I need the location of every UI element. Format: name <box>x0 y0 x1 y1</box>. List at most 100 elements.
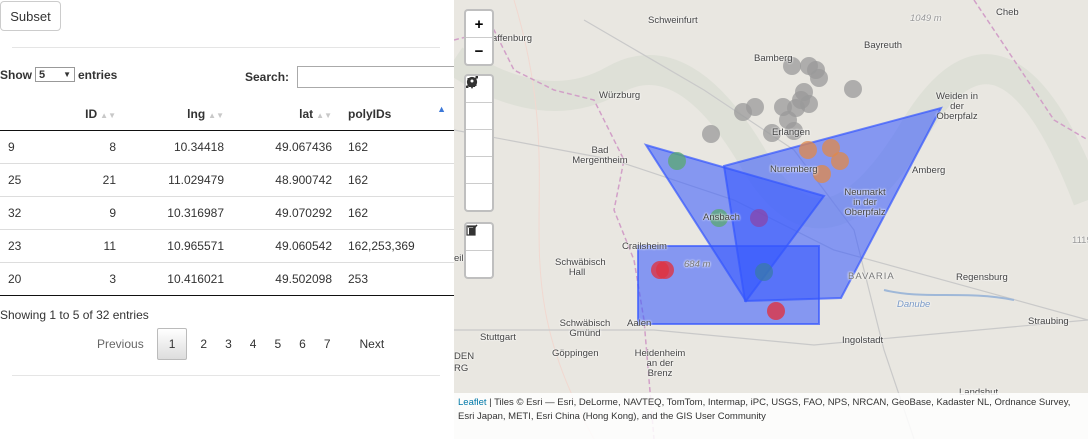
trash-icon[interactable] <box>466 226 492 277</box>
point-marker <box>668 152 686 170</box>
length-select[interactable]: 5 ▼ <box>35 67 75 82</box>
place-label: Schwäbisch Hall <box>555 257 606 278</box>
polygon-icon[interactable] <box>466 77 492 130</box>
zoom-in-button[interactable]: + <box>466 11 492 38</box>
table-header-row: ID ▲▼ lng ▲▼ lat ▲▼ polyIDs ▲ <box>0 97 454 131</box>
point-marker <box>799 141 817 159</box>
sort-asc-icon: ▲ <box>437 104 446 114</box>
table-row[interactable]: 23 11 10.965571 49.060542 162,253,369 <box>0 229 454 263</box>
place-label: Heidenheim an der Brenz <box>634 348 686 379</box>
show-label: Show <box>0 67 32 82</box>
previous-button[interactable]: Previous <box>88 329 153 359</box>
rectangle-icon[interactable] <box>466 78 492 157</box>
table-row[interactable]: 25 21 11.029479 48.900742 162 <box>0 163 454 197</box>
cell-lat: 49.502098 <box>232 262 340 296</box>
next-button[interactable]: Next <box>340 329 394 359</box>
cell-polyids: 253 <box>340 262 454 296</box>
map-canvas <box>454 0 1088 439</box>
table-row[interactable]: 20 3 10.416021 49.502098 253 <box>0 262 454 296</box>
place-label: Ansbach <box>703 212 740 223</box>
cell-id: 9 <box>66 196 124 230</box>
point-marker <box>767 302 785 320</box>
place-label: Crailsheim <box>622 241 667 252</box>
cell-rowname: 23 <box>0 229 66 263</box>
col-header-lng[interactable]: lng ▲▼ <box>124 97 232 131</box>
zoom-out-button[interactable]: − <box>466 38 492 64</box>
col-header-lat[interactable]: lat ▲▼ <box>232 97 340 131</box>
divider <box>12 47 440 48</box>
page-3-button[interactable]: 3 <box>216 329 241 359</box>
place-label: Ingolstadt <box>842 335 884 346</box>
point-marker <box>755 263 773 281</box>
cell-polyids: 162,253,369 <box>340 229 454 263</box>
rectangle-1 <box>637 245 820 325</box>
page-6-button[interactable]: 6 <box>290 329 315 359</box>
col-header-rownames[interactable] <box>0 97 66 131</box>
place-label: Cheb <box>996 7 1019 18</box>
cell-rowname: 9 <box>0 130 66 164</box>
cell-id: 8 <box>66 130 124 164</box>
region-label: BAVARIA <box>848 271 895 282</box>
edit-toolbar <box>464 222 494 279</box>
elevation-label: 1119 <box>1072 235 1088 246</box>
point-marker <box>750 209 768 227</box>
pagination: Previous 1 2 3 4 5 6 7 Next <box>88 328 393 360</box>
place-label: Neumarkt in der Oberpfalz <box>844 187 886 218</box>
place-label: Stuttgart <box>480 332 516 343</box>
place-label: affenburg <box>492 33 532 44</box>
search-label: Search: <box>245 70 290 84</box>
page-4-button[interactable]: 4 <box>241 329 266 359</box>
place-label: Nuremberg <box>770 164 818 175</box>
page-2-button[interactable]: 2 <box>191 329 216 359</box>
table-row[interactable]: 9 8 10.34418 49.067436 162 <box>0 130 454 164</box>
cell-lng: 10.416021 <box>124 262 232 296</box>
attribution-text: | Tiles © Esri — Esri, DeLorme, NAVTEQ, … <box>458 397 1071 422</box>
sort-icon: ▲▼ <box>100 110 116 120</box>
leaflet-link[interactable]: Leaflet <box>458 397 487 408</box>
search-input[interactable] <box>297 66 454 88</box>
place-label: Bad Mergentheim <box>572 145 628 166</box>
cell-lat: 49.060542 <box>232 229 340 263</box>
data-table: ID ▲▼ lng ▲▼ lat ▲▼ polyIDs ▲ 9 8 10.34418 4… <box>0 97 454 296</box>
marker-icon[interactable] <box>466 78 492 184</box>
cell-lng: 10.965571 <box>124 229 232 263</box>
zoom-control: + − <box>464 9 494 66</box>
place-label: Weiden in der Oberpfalz <box>935 91 979 122</box>
cell-id: 21 <box>66 163 124 197</box>
cell-rowname: 32 <box>0 196 66 230</box>
cell-lat: 49.070292 <box>232 196 340 230</box>
table-info: Showing 1 to 5 of 32 entries <box>0 308 149 322</box>
divider <box>12 375 440 376</box>
page-5-button[interactable]: 5 <box>265 329 290 359</box>
cell-polyids: 162 <box>340 196 454 230</box>
place-label: Amberg <box>912 165 946 176</box>
subset-button[interactable]: Subset <box>0 1 61 31</box>
length-control: Show 5 ▼ entries <box>0 67 117 82</box>
place-label: DEN <box>454 351 475 362</box>
chevron-down-icon: ▼ <box>63 70 71 79</box>
entries-label: entries <box>78 67 118 82</box>
leaflet-map[interactable]: Schweinfurt affenburg 1049 m Cheb Bayreu… <box>454 0 1088 439</box>
page-7-button[interactable]: 7 <box>315 329 340 359</box>
place-label: Schweinfurt <box>648 15 698 26</box>
data-table-panel: Subset Show 5 ▼ entries Search: ID ▲▼ lng… <box>0 0 454 439</box>
place-label: Bamberg <box>754 53 793 64</box>
point-marker <box>734 103 752 121</box>
place-label: RG <box>454 363 469 374</box>
col-header-polyids[interactable]: polyIDs ▲ <box>340 97 454 131</box>
cell-lat: 49.067436 <box>232 130 340 164</box>
cell-rowname: 20 <box>0 262 66 296</box>
place-label: Würzburg <box>599 90 641 101</box>
cell-polyids: 162 <box>340 130 454 164</box>
place-label: Erlangen <box>772 127 811 138</box>
page-1-button[interactable]: 1 <box>156 328 188 360</box>
col-header-id[interactable]: ID ▲▼ <box>66 97 124 131</box>
cell-lng: 10.316987 <box>124 196 232 230</box>
cell-lat: 48.900742 <box>232 163 340 197</box>
cell-id: 3 <box>66 262 124 296</box>
table-row[interactable]: 32 9 10.316987 49.070292 162 <box>0 196 454 230</box>
length-value: 5 <box>39 68 46 81</box>
place-label: Aalen <box>627 318 652 329</box>
place-label: Bayreuth <box>864 40 903 51</box>
circle-icon[interactable] <box>466 76 492 210</box>
